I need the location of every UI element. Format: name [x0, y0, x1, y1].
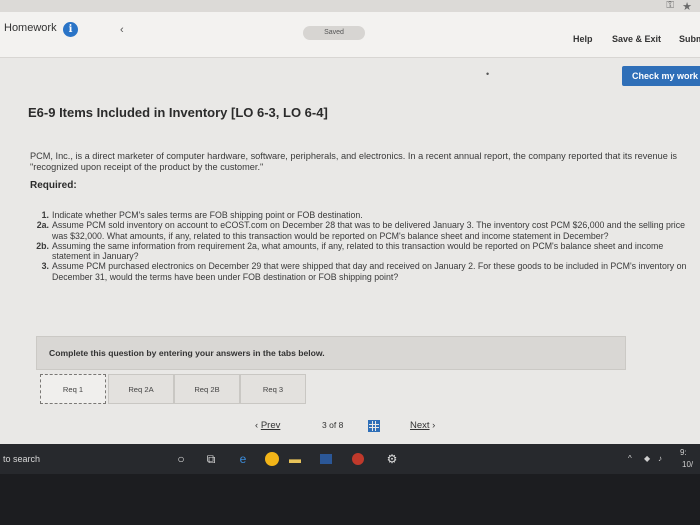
req-number: 2b. — [36, 240, 49, 251]
help-link[interactable]: Help — [573, 34, 593, 44]
page-title: Homework — [4, 22, 57, 34]
cursor-dot: • — [486, 69, 490, 79]
desk-surface — [0, 474, 700, 525]
save-exit-link[interactable]: Save & Exit — [612, 34, 661, 44]
req-text: Assuming the same information from requi… — [52, 240, 664, 262]
app-header: Homework i ‹ Saved Help Save & Exit Subm — [0, 12, 700, 58]
saved-badge: Saved — [303, 26, 365, 40]
taskbar: to search ○ ⧉ e ▬ ⚙ ^ ◆ ♪ 9: 10/ — [0, 444, 700, 474]
key-icon[interactable]: ⚿ — [666, 0, 674, 11]
cortana-icon[interactable]: ○ — [173, 451, 189, 467]
req-number: 1. — [41, 210, 49, 220]
req-number: 2a. — [36, 220, 49, 231]
list-item: 2a. Assume PCM sold inventory on account… — [30, 220, 690, 241]
grid-icon[interactable] — [368, 420, 380, 432]
taskbar-search[interactable]: to search — [3, 454, 40, 464]
edge-icon[interactable]: e — [235, 451, 251, 467]
tray-time: 9: — [680, 448, 687, 457]
file-explorer-icon[interactable]: ▬ — [287, 451, 303, 467]
pagination: ‹ Prev 3 of 8 Next › — [250, 420, 470, 436]
page-total: 8 — [338, 420, 344, 430]
main-content: • Check my work E6-9 Items Included in I… — [0, 59, 700, 444]
req-text: Assume PCM purchased electronics on Dece… — [52, 261, 687, 282]
requirements-list: 1. Indicate whether PCM's sales terms ar… — [30, 210, 690, 282]
instructions-text: Complete this question by entering your … — [49, 348, 325, 358]
page-current: 3 — [322, 420, 327, 430]
powerpoint-icon[interactable] — [352, 453, 364, 465]
chevron-right-icon: › — [429, 420, 436, 431]
required-label: Required: — [30, 180, 77, 191]
question-intro: PCM, Inc., is a direct marketer of compu… — [30, 151, 678, 172]
tab-req-3[interactable]: Req 3 — [240, 374, 306, 404]
prev-button[interactable]: ‹ Prev — [255, 420, 280, 431]
tab-req-2b[interactable]: Req 2B — [174, 374, 240, 404]
info-icon[interactable]: i — [63, 22, 78, 37]
tab-req-1[interactable]: Req 1 — [40, 374, 106, 404]
settings-icon[interactable]: ⚙ — [384, 451, 400, 467]
req-number: 3. — [41, 261, 49, 272]
page-count: 3 of 8 — [322, 420, 343, 430]
list-item: 2b. Assuming the same information from r… — [30, 241, 690, 262]
tab-req-2a[interactable]: Req 2A — [108, 374, 174, 404]
word-icon[interactable] — [320, 454, 332, 464]
next-label: Next — [410, 420, 430, 431]
list-item: 1. Indicate whether PCM's sales terms ar… — [30, 210, 690, 220]
page-of: of — [329, 420, 337, 430]
prev-label: Prev — [260, 420, 281, 431]
volume-icon[interactable]: ♪ — [658, 454, 662, 463]
instructions-box: Complete this question by entering your … — [36, 336, 626, 370]
back-mark-icon: ‹ — [120, 24, 124, 36]
chrome-icon[interactable] — [265, 452, 279, 466]
question-title: E6-9 Items Included in Inventory [LO 6-3… — [28, 105, 328, 120]
next-button[interactable]: Next › — [410, 420, 435, 431]
check-my-work-button[interactable]: Check my work — [622, 66, 700, 86]
list-item: 3. Assume PCM purchased electronics on D… — [30, 261, 690, 282]
network-icon[interactable]: ◆ — [644, 454, 650, 463]
req-text: Indicate whether PCM's sales terms are F… — [52, 210, 363, 220]
req-text: Assume PCM sold inventory on account to … — [52, 220, 686, 241]
task-view-icon[interactable]: ⧉ — [203, 451, 219, 467]
chevron-up-icon[interactable]: ^ — [628, 454, 632, 463]
browser-strip: ⚿ ★ — [0, 0, 700, 13]
req-tabs: Req 1 Req 2A Req 2B Req 3 — [36, 374, 626, 406]
submit-link[interactable]: Subm — [679, 34, 700, 44]
tray-date: 10/ — [682, 460, 694, 469]
